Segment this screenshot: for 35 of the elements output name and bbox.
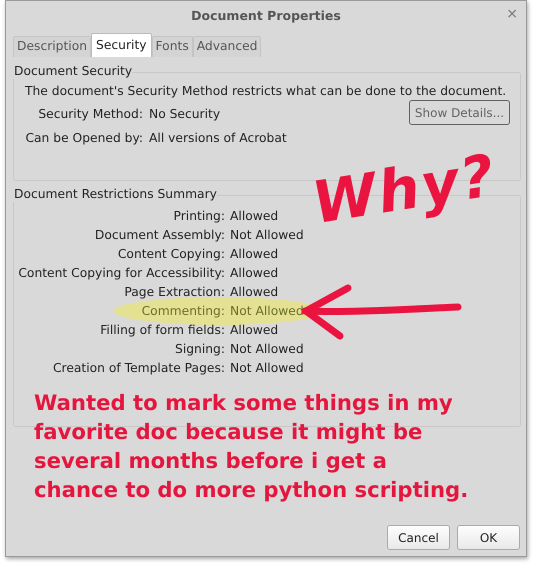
field-label: Document Assembly: (94, 227, 225, 244)
field-label: Printing: (172, 208, 225, 225)
field-label: Content Copying for Accessibility: (17, 265, 225, 282)
field-value: Not Allowed (230, 303, 305, 320)
dialog-button[interactable]: Cancel (387, 525, 450, 550)
field-label: Filling of form fields: (99, 322, 225, 339)
tab[interactable]: Fonts (152, 36, 193, 57)
tab[interactable]: Description (13, 36, 92, 57)
field-value: Allowed (230, 265, 280, 282)
field-value: All versions of Acrobat (149, 130, 287, 148)
group-title: Document Restrictions Summary (13, 187, 217, 202)
field-label: Can be Opened by: (24, 130, 143, 148)
field-label: Security Method: (37, 106, 143, 124)
field-value: Allowed (230, 246, 280, 263)
field-label: Commenting: (140, 303, 225, 320)
field-label: Signing: (174, 341, 225, 358)
description-text: The document's Security Method restricts what can be done to the document. (25, 83, 508, 100)
dialog-button[interactable]: OK (457, 525, 520, 550)
close-button[interactable]: × (506, 7, 518, 21)
field-value: Not Allowed (230, 227, 305, 244)
handwritten-note: Why? (308, 146, 500, 232)
tab[interactable]: Advanced (192, 36, 262, 57)
field-value: No Security (149, 106, 220, 124)
field-value: Not Allowed (230, 360, 305, 377)
field-value: Not Allowed (230, 341, 305, 358)
field-value: Allowed (230, 322, 280, 339)
field-value: Allowed (230, 208, 280, 225)
field-value: Allowed (230, 284, 280, 301)
annotation-text: Wanted to mark some things in my favorite doc because it might be several months before i get a chance to do more python scripting. (34, 389, 468, 504)
field-label: Page Extraction: (123, 284, 225, 301)
field-label: Creation of Template Pages: (52, 360, 225, 377)
tab[interactable]: Security (91, 33, 152, 57)
field-label: Content Copying: (116, 246, 225, 263)
group-title: Document Security (13, 64, 132, 79)
window-title: Document Properties (191, 7, 341, 26)
